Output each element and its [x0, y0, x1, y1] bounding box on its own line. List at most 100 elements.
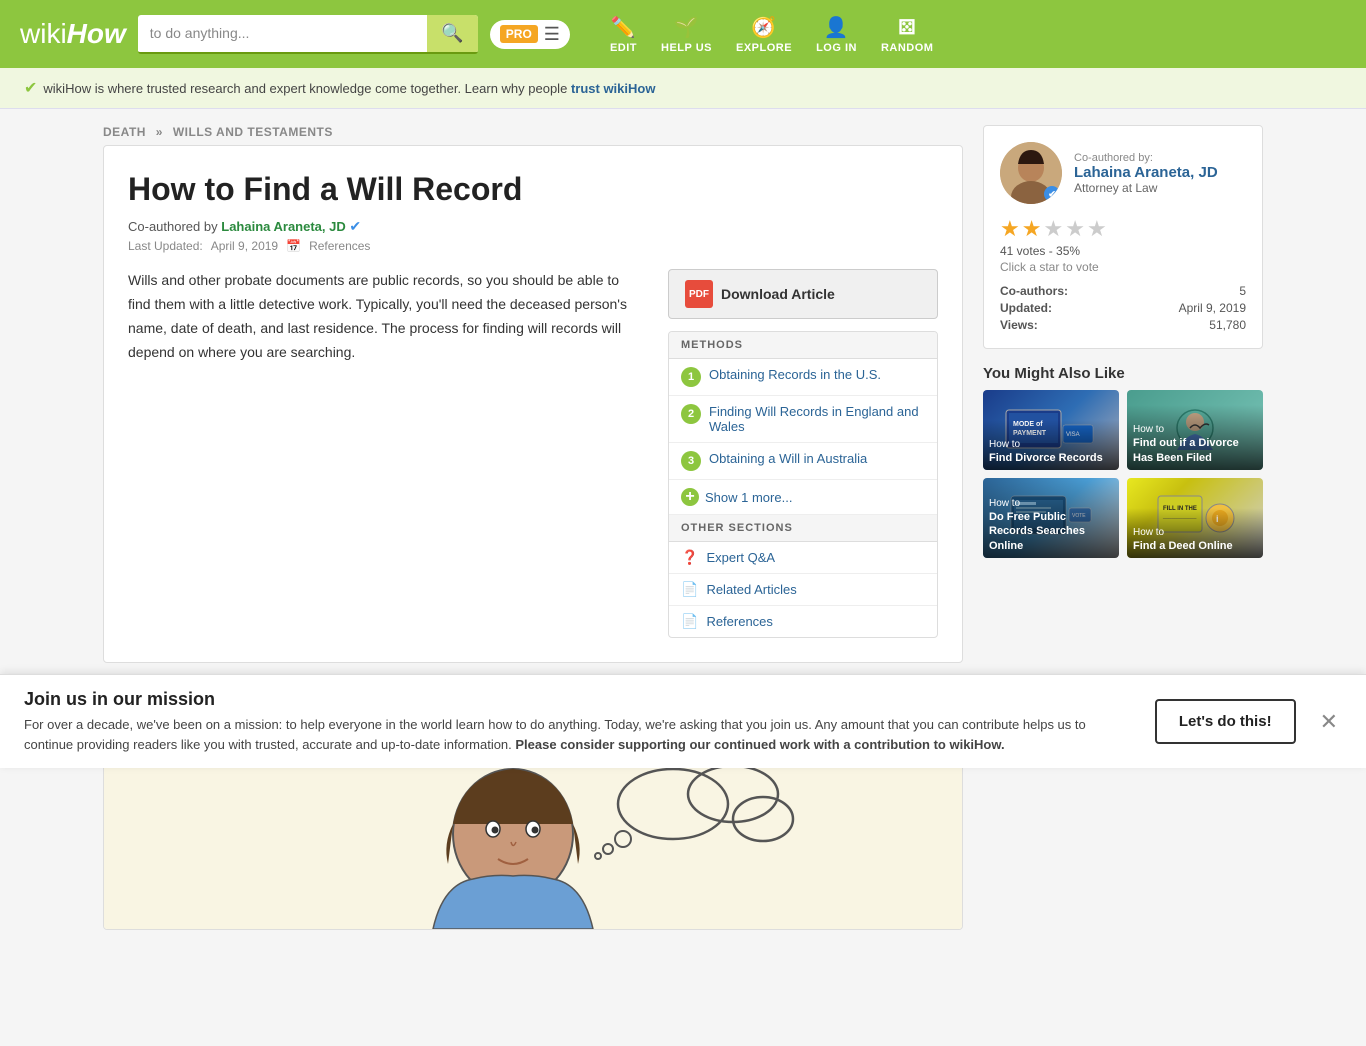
references-link[interactable]: References: [309, 239, 370, 253]
related-thumb-4: FILL IN THE ____________ i How to Find a…: [1127, 478, 1263, 558]
sidebar-meta: Co-authors: 5 Updated: April 9, 2019 Vie…: [1000, 284, 1246, 332]
breadcrumb-sep: »: [156, 125, 163, 139]
search-input[interactable]: [138, 17, 428, 49]
verified-avatar-badge: ✔: [1044, 186, 1060, 202]
related-card-2[interactable]: How to Find out if a Divorce Has Been Fi…: [1127, 390, 1263, 470]
method-link-2[interactable]: Finding Will Records in England and Wale…: [709, 404, 925, 434]
hamburger-icon[interactable]: ☰: [544, 24, 560, 45]
updated-label: Updated:: [1000, 301, 1052, 315]
method-illustration: [253, 744, 813, 929]
views-value: 51,780: [1209, 318, 1246, 332]
related-4-howto: How to: [1133, 526, 1257, 539]
related-card-3[interactable]: VOTE How to Do Free Public Records Searc…: [983, 478, 1119, 558]
sidebar-coauthor-name[interactable]: Lahaina Araneta, JD: [1074, 164, 1218, 181]
breadcrumb: DEATH » WILLS AND TESTAMENTS: [103, 125, 963, 139]
lets-do-button[interactable]: Let's do this!: [1155, 699, 1296, 744]
related-label-other: Related Articles: [706, 582, 796, 597]
verified-icon: ✔: [24, 78, 37, 98]
trust-link[interactable]: trust wikiHow: [571, 81, 656, 96]
related-1-title: Find Divorce Records: [989, 452, 1103, 464]
calendar-icon: 📅: [286, 239, 301, 253]
last-updated-date: April 9, 2019: [211, 239, 278, 253]
star-5[interactable]: ★: [1087, 216, 1107, 242]
pro-badge[interactable]: PRO ☰: [490, 20, 570, 49]
nav-item-explore[interactable]: 🧭 EXPLORE: [724, 9, 804, 60]
search-bar: 🔍: [138, 15, 478, 54]
article-area: DEATH » WILLS AND TESTAMENTS How to Find…: [103, 125, 963, 946]
star-4[interactable]: ★: [1065, 216, 1085, 242]
related-card-1[interactable]: MODE of PAYMENT VISA How to Find Divorce…: [983, 390, 1119, 470]
related-icon: 📄: [681, 581, 698, 598]
article-description: Wills and other probate documents are pu…: [128, 269, 644, 364]
method-item-2[interactable]: 2 Finding Will Records in England and Wa…: [669, 396, 937, 443]
other-item-related[interactable]: 📄 Related Articles: [669, 574, 937, 606]
other-sections-header: OTHER SECTIONS: [669, 515, 937, 542]
related-thumb-2: How to Find out if a Divorce Has Been Fi…: [1127, 390, 1263, 470]
other-item-qa[interactable]: ❓ Expert Q&A: [669, 542, 937, 574]
references-icon: 📄: [681, 613, 698, 630]
method-item-1[interactable]: 1 Obtaining Records in the U.S.: [669, 359, 937, 396]
breadcrumb-death[interactable]: DEATH: [103, 125, 146, 139]
related-4-title: Find a Deed Online: [1133, 540, 1233, 552]
references-label-other: References: [706, 614, 772, 629]
banner-body-text: For over a decade, we've been on a missi…: [24, 717, 1086, 752]
nav-item-random[interactable]: ⚄ RANDOM: [869, 9, 946, 60]
related-card-4[interactable]: FILL IN THE ____________ i How to Find a…: [1127, 478, 1263, 558]
edit-label: EDIT: [610, 42, 637, 54]
show-more-label: Show 1 more...: [705, 490, 792, 505]
related-thumb-3: VOTE How to Do Free Public Records Searc…: [983, 478, 1119, 558]
last-updated-label: Last Updated:: [128, 239, 203, 253]
trust-text-before: wikiHow is where trusted research and ex…: [43, 81, 567, 96]
article-meta-coauthor: Co-authored by Lahaina Araneta, JD ✔: [128, 218, 938, 235]
method-link-3[interactable]: Obtaining a Will in Australia: [709, 451, 867, 466]
main-nav: ✏️ EDIT 🌱 HELP US 🧭 EXPLORE 👤 LOG IN ⚄ R…: [598, 9, 946, 60]
article-title: How to Find a Will Record: [128, 170, 938, 208]
coauthor-card: ✔ Co-authored by: Lahaina Araneta, JD At…: [983, 125, 1263, 349]
nav-item-edit[interactable]: ✏️ EDIT: [598, 9, 649, 60]
show-more[interactable]: + Show 1 more...: [669, 480, 937, 515]
article-date-row: Last Updated: April 9, 2019 📅 References: [128, 239, 938, 253]
random-label: RANDOM: [881, 42, 934, 54]
nav-item-help[interactable]: 🌱 HELP US: [649, 9, 724, 60]
show-more-icon: +: [681, 488, 699, 506]
breadcrumb-wills[interactable]: WILLS AND TESTAMENTS: [173, 125, 333, 139]
coauthor-link[interactable]: Lahaina Araneta, JD: [221, 219, 346, 234]
views-row: Views: 51,780: [1000, 318, 1246, 332]
download-button[interactable]: PDF Download Article: [668, 269, 938, 319]
coauthor-name-inline: Lahaina Araneta, JD: [221, 219, 346, 234]
coauthors-label: Co-authors:: [1000, 284, 1068, 298]
pdf-icon: PDF: [685, 280, 713, 308]
close-banner-button[interactable]: ✕: [1316, 705, 1342, 739]
star-3[interactable]: ★: [1043, 216, 1063, 242]
views-label: Views:: [1000, 318, 1038, 332]
nav-item-login[interactable]: 👤 LOG IN: [804, 9, 869, 60]
search-button[interactable]: 🔍: [427, 15, 477, 52]
banner-content: Join us in our mission For over a decade…: [24, 689, 1135, 754]
method-link-1[interactable]: Obtaining Records in the U.S.: [709, 367, 881, 382]
trust-text: wikiHow is where trusted research and ex…: [43, 81, 655, 96]
star-1[interactable]: ★: [1000, 216, 1020, 242]
stars[interactable]: ★ ★ ★ ★ ★: [1000, 216, 1107, 242]
main-container: DEATH » WILLS AND TESTAMENTS How to Find…: [83, 109, 1283, 1046]
star-2[interactable]: ★: [1022, 216, 1042, 242]
other-item-references[interactable]: 📄 References: [669, 606, 937, 637]
related-3-title: Do Free Public Records Searches Online: [989, 511, 1085, 552]
related-label-4: How to Find a Deed Online: [1127, 508, 1263, 558]
method-item-3[interactable]: 3 Obtaining a Will in Australia: [669, 443, 937, 480]
votes-text: 41 votes - 35%: [1000, 244, 1246, 258]
pro-label: PRO: [500, 25, 538, 43]
bottom-banner: Join us in our mission For over a decade…: [0, 674, 1366, 768]
banner-body: For over a decade, we've been on a missi…: [24, 715, 1135, 754]
logo[interactable]: wiki How: [20, 18, 126, 50]
avatar: ✔: [1000, 142, 1062, 204]
related-label-3: How to Do Free Public Records Searches O…: [983, 479, 1119, 558]
related-thumb-1: MODE of PAYMENT VISA How to Find Divorce…: [983, 390, 1119, 470]
banner-title: Join us in our mission: [24, 689, 1135, 710]
qa-label: Expert Q&A: [706, 550, 775, 565]
related-label-1: How to Find Divorce Records: [983, 420, 1119, 470]
method-1-image: [104, 744, 962, 929]
login-icon: 👤: [824, 15, 849, 40]
click-vote-text[interactable]: Click a star to vote: [1000, 260, 1246, 274]
updated-value: April 9, 2019: [1179, 301, 1246, 315]
coauthors-value: 5: [1239, 284, 1246, 298]
